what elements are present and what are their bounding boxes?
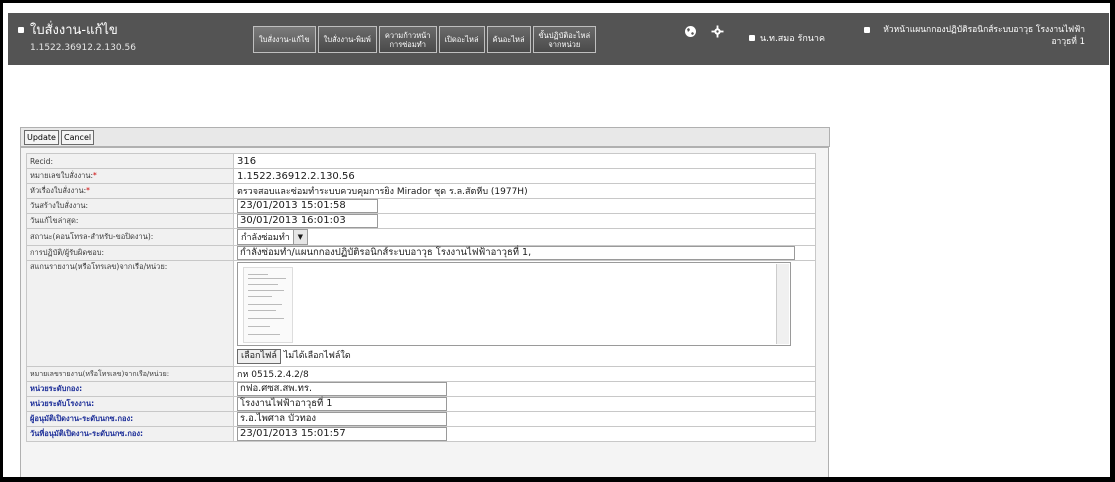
status-cell: กำลังซ่อมทำ ▼: [233, 228, 816, 246]
form-row: วันที่อนุมัติเปิดงาน-ระดับนกซ.กอง: 23/01…: [26, 426, 816, 442]
dept-field[interactable]: โรงงานไฟฟ้าอาวุธที่ 1: [237, 397, 447, 411]
document-thumbnail: [243, 267, 293, 343]
open-date-label: วันที่อนุมัติเปิดงาน-ระดับนกซ.กอง:: [26, 426, 234, 442]
unit-label: หน่วยระดับกอง:: [26, 381, 234, 397]
scan-cell: เลือกไฟล์ ไม่ได้เลือกไฟล์ใด: [233, 260, 816, 367]
file-status: ไม่ได้เลือกไฟล์ใด: [283, 351, 351, 361]
scan-label: สแกนรายงาน(หรือโทรเลข)จากเรือ/หน่วย:: [26, 260, 234, 367]
form-row: หน่วยระดับกอง: กฟอ.ศซส.สพ.ทร.: [26, 381, 816, 397]
report-no-label: หมายเลขรายงาน(หรือโทรเลข)จากเรือ/หน่วย:: [26, 366, 234, 382]
form-row: หมายเลขใบสั่งงาน:* 1.1522.36912.2.130.56: [26, 168, 816, 184]
wo-number-label-text: หมายเลขใบสั่งงาน:: [30, 171, 93, 180]
tab-open-parts[interactable]: เปิดอะไหล่: [438, 26, 485, 53]
tab-edit-workorder[interactable]: ใบสั่งงาน-แก้ไข: [253, 26, 316, 53]
action-cell: กำลังซ่อมทำ/แผนกกองปฏิบัติรอนิกส์ระบบอาว…: [233, 245, 816, 261]
unit-field[interactable]: กฟอ.ศซส.สพ.ทร.: [237, 382, 447, 396]
dept-cell: โรงงานไฟฟ้าอาวุธที่ 1: [233, 396, 816, 412]
update-button[interactable]: Update: [24, 129, 59, 145]
created-field[interactable]: 23/01/2013 15:01:58: [237, 199, 378, 213]
tab-unit-parts[interactable]: ขั้นปฏิบัติอะไหล่ จากหน่วย: [532, 26, 597, 53]
form-row: หมายเลขรายงาน(หรือโทรเลข)จากเรือ/หน่วย: …: [26, 366, 816, 382]
bullet-icon: [18, 26, 24, 33]
form-row: วันสร้างใบสั่งงาน: 23/01/2013 15:01:58: [26, 198, 816, 214]
bullet-icon: [749, 35, 755, 41]
opener-cell: ร.อ.ไพศาล บัวทอง: [233, 411, 816, 427]
form-row: สถานะ(คอนโทรล-สำหรับ-ขอปิดงาน): กำลังซ่อ…: [26, 228, 816, 246]
nav-tabs: ใบสั่งงาน-แก้ไข ใบสั่งงาน-พิมพ์ ความก้าว…: [253, 26, 597, 53]
required-mark: *: [86, 186, 90, 195]
scrollbar[interactable]: [776, 264, 789, 344]
unit-cell: กฟอ.ศซส.สพ.ทร.: [233, 381, 816, 397]
app-title-row: ใบสั่งงาน-แก้ไข: [18, 19, 136, 40]
bullet-icon: [864, 27, 870, 33]
form-row: หัวเรื่องใบสั่งงาน:* ตรวจสอบและซ่อมทำระบ…: [26, 183, 816, 199]
wo-subject-label: หัวเรื่องใบสั่งงาน:*: [26, 183, 234, 199]
user-role: หัวหน้าแผนกกองปฏิบัติรอนิกส์ระบบอาวุธ โร…: [864, 24, 1085, 48]
recid-value: 316: [233, 153, 816, 169]
user-info[interactable]: น.ท.สมอ รักนาค: [749, 31, 825, 45]
status-select[interactable]: กำลังซ่อมทำ ▼: [237, 229, 308, 245]
modified-field[interactable]: 30/01/2013 16:01:03: [237, 214, 378, 228]
wo-number-label: หมายเลขใบสั่งงาน:*: [26, 168, 234, 184]
tab-print-workorder[interactable]: ใบสั่งงาน-พิมพ์: [317, 26, 377, 53]
gear-icon[interactable]: [711, 25, 724, 42]
action-field[interactable]: กำลังซ่อมทำ/แผนกกองปฏิบัติรอนิกส์ระบบอาว…: [237, 246, 795, 260]
user-name: น.ท.สมอ รักนาค: [760, 34, 826, 44]
form-row: สแกนรายงาน(หรือโทรเลข)จากเรือ/หน่วย: เลื…: [26, 260, 816, 367]
form-toolbar: Update Cancel: [20, 127, 830, 147]
recid-label: Recid:: [26, 153, 234, 169]
status-label: สถานะ(คอนโทรล-สำหรับ-ขอปิดงาน):: [26, 228, 234, 246]
header-bar: ใบสั่งงาน-แก้ไข 1.1522.36912.2.130.56 ใบ…: [8, 13, 1109, 65]
created-label: วันสร้างใบสั่งงาน:: [26, 198, 234, 214]
choose-file-button[interactable]: เลือกไฟล์: [237, 349, 281, 364]
opener-label: ผู้อนุมัติเปิดงาน-ระดับนกซ.กอง:: [26, 411, 234, 427]
chevron-down-icon[interactable]: ▼: [292, 230, 307, 244]
globe-icon[interactable]: [684, 25, 697, 42]
report-no-value: กห 0515.2.4.2/8: [233, 366, 816, 382]
header-icons: [684, 25, 724, 42]
created-cell: 23/01/2013 15:01:58: [233, 198, 816, 214]
cancel-button[interactable]: Cancel: [60, 129, 95, 145]
open-date-cell: 23/01/2013 15:01:57: [233, 426, 816, 442]
tab-repair-progress[interactable]: ความก้าวหน้า การซ่อมทำ: [378, 26, 437, 53]
file-picker: เลือกไฟล์ ไม่ได้เลือกไฟล์ใด: [237, 348, 812, 364]
wo-subject-label-text: หัวเรื่องใบสั่งงาน:: [30, 186, 87, 195]
form-row: ผู้อนุมัติเปิดงาน-ระดับนกซ.กอง: ร.อ.ไพศา…: [26, 411, 816, 427]
open-date-field[interactable]: 23/01/2013 15:01:57: [237, 427, 447, 441]
wo-subject-value: ตรวจสอบและซ่อมทำระบบควบคุมการยิง Mirador…: [233, 183, 816, 199]
app-window: ใบสั่งงาน-แก้ไข 1.1522.36912.2.130.56 ใบ…: [3, 3, 1110, 477]
workorder-form: Recid: 316 หมายเลขใบสั่งงาน:* 1.1522.369…: [26, 153, 816, 442]
role-text: หัวหน้าแผนกกองปฏิบัติรอนิกส์ระบบอาวุธ โร…: [883, 25, 1085, 47]
form-row: Recid: 316: [26, 153, 816, 169]
form-row: วันแก้ไขล่าสุด: 30/01/2013 16:01:03: [26, 213, 816, 229]
dept-label: หน่วยระดับโรงงาน:: [26, 396, 234, 412]
page-title: ใบสั่งงาน-แก้ไข: [30, 23, 118, 38]
page-subtitle: 1.1522.36912.2.130.56: [30, 43, 136, 53]
opener-field[interactable]: ร.อ.ไพศาล บัวทอง: [237, 412, 447, 426]
action-label: การปฏิบัติ/ผู้รับผิดชอบ:: [26, 245, 234, 261]
required-mark: *: [92, 171, 97, 180]
tab-search-parts[interactable]: ค้นอะไหล่: [486, 26, 531, 53]
modified-label: วันแก้ไขล่าสุด:: [26, 213, 234, 229]
form-row: การปฏิบัติ/ผู้รับผิดชอบ: กำลังซ่อมทำ/แผน…: [26, 245, 816, 261]
form-panel: Recid: 316 หมายเลขใบสั่งงาน:* 1.1522.369…: [20, 147, 829, 477]
status-select-value: กำลังซ่อมทำ: [241, 233, 290, 243]
modified-cell: 30/01/2013 16:01:03: [233, 213, 816, 229]
scan-preview: [237, 262, 791, 346]
form-row: หน่วยระดับโรงงาน: โรงงานไฟฟ้าอาวุธที่ 1: [26, 396, 816, 412]
app-heading: ใบสั่งงาน-แก้ไข 1.1522.36912.2.130.56: [18, 19, 136, 53]
wo-number-value: 1.1522.36912.2.130.56: [233, 168, 816, 184]
